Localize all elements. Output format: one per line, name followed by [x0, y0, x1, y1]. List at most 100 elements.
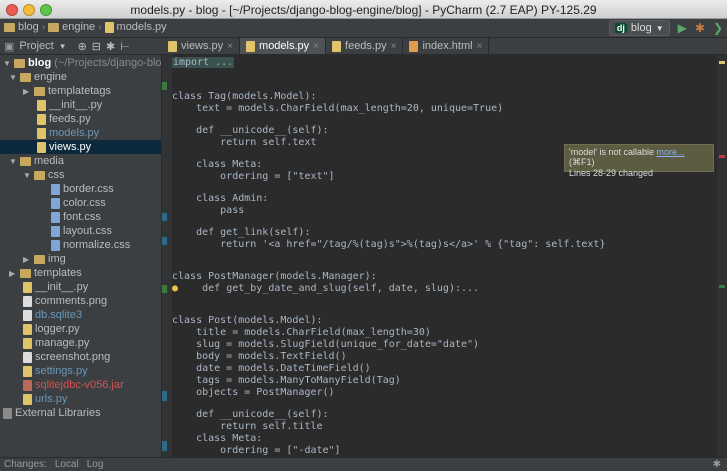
code-line: tags = models.ManyToManyField(Tag)	[172, 375, 401, 386]
close-tab-icon[interactable]: ×	[227, 41, 233, 52]
editor-scrollbar[interactable]	[717, 55, 727, 457]
collapse-icon[interactable]: ⊟	[92, 40, 101, 53]
close-tab-icon[interactable]: ×	[391, 41, 397, 52]
collapsed-arrow-icon[interactable]: ▶	[23, 87, 31, 96]
tooltip-shortcut: (⌘F1)	[569, 157, 595, 167]
tree-item-logger[interactable]: logger.py	[23, 322, 80, 336]
tree-item-engine[interactable]: ▼ engine	[9, 70, 67, 84]
tree-item-db-sqlite[interactable]: db.sqlite3	[23, 308, 82, 322]
tab-index[interactable]: index.html ×	[403, 38, 490, 54]
tree-item-sqlitejdbc[interactable]: sqlitejdbc-v056.jar	[23, 378, 124, 392]
library-icon	[3, 407, 12, 419]
close-tab-icon[interactable]: ×	[313, 41, 319, 52]
project-panel-header: ▣ Project ▼ ⊕ ⊟ ✱ ⊢	[0, 38, 162, 55]
tree-item-layout-css[interactable]: layout.css	[51, 224, 112, 238]
python-file-icon	[23, 323, 32, 335]
tree-item-img[interactable]: ▶ img	[23, 252, 66, 266]
tree-item-templates[interactable]: ▶ templates	[9, 266, 82, 280]
tree-item-feeds[interactable]: feeds.py	[37, 112, 91, 126]
python-file-icon	[37, 99, 46, 111]
dropdown-arrow-icon: ▼	[655, 23, 664, 33]
code-line: text = models.CharField(max_length=20, u…	[172, 103, 504, 114]
python-file-icon	[332, 40, 342, 52]
tab-models[interactable]: models.py ×	[240, 38, 327, 54]
tree-item-label: font.css	[63, 211, 101, 223]
coverage-icon[interactable]: ❯	[713, 21, 723, 35]
tree-item-normalize-css[interactable]: normalize.css	[51, 238, 130, 252]
run-icon[interactable]: ▶	[678, 21, 687, 35]
collapsed-arrow-icon[interactable]: ▶	[9, 269, 17, 278]
tab-views[interactable]: views.py ×	[162, 38, 241, 54]
vcs-change-marker	[162, 82, 167, 90]
local-tab[interactable]: Local	[55, 459, 79, 470]
changes-label: Changes:	[4, 459, 47, 470]
gear-icon[interactable]: ✱	[106, 40, 115, 53]
expand-arrow-icon[interactable]: ▼	[9, 73, 17, 82]
tree-item-screenshot-png[interactable]: screenshot.png	[23, 350, 110, 364]
tree-item-media[interactable]: ▼ media	[9, 154, 64, 168]
tooltip-more-link[interactable]: more...	[657, 147, 685, 157]
vcs-marker[interactable]	[719, 285, 725, 288]
warning-marker[interactable]	[719, 61, 725, 64]
expand-arrow-icon[interactable]: ▼	[23, 171, 31, 180]
tree-item-comments-png[interactable]: comments.png	[23, 294, 107, 308]
error-marker[interactable]	[719, 155, 725, 158]
chevron-right-icon: ›	[41, 21, 46, 33]
run-configuration-select[interactable]: dj blog ▼	[608, 20, 670, 36]
code-line: date = models.DateTimeField()	[172, 363, 371, 374]
hide-panel-icon[interactable]: ⊢	[120, 40, 130, 53]
tree-item-label: img	[48, 253, 66, 265]
collapsed-arrow-icon[interactable]: ▶	[23, 255, 31, 264]
tree-item-label: urls.py	[35, 393, 68, 405]
tree-item-urls[interactable]: urls.py	[23, 392, 67, 406]
tree-item-label: comments.png	[35, 295, 108, 307]
tree-item-label: screenshot.png	[35, 351, 111, 363]
log-tab[interactable]: Log	[87, 459, 104, 470]
project-view-icon: ▣	[4, 40, 15, 53]
tab-feeds[interactable]: feeds.py ×	[326, 38, 404, 54]
breadcrumb-engine[interactable]: engine	[62, 21, 95, 33]
tree-item-templatetags[interactable]: ▶ templatetags	[23, 84, 111, 98]
tree-item-label: settings.py	[35, 365, 88, 377]
sync-icon[interactable]: ⊕	[78, 40, 87, 53]
tab-label: models.py	[259, 40, 310, 52]
breadcrumb-blog[interactable]: blog	[18, 21, 39, 33]
project-view-select[interactable]: Project	[19, 40, 53, 52]
tab-label: feeds.py	[345, 40, 387, 52]
window-title: models.py - blog - [~/Projects/django-bl…	[130, 3, 597, 17]
vcs-change-marker	[162, 237, 167, 245]
debug-icon[interactable]: ✱	[695, 21, 705, 35]
tree-item-color-css[interactable]: color.css	[51, 196, 106, 210]
tab-label: views.py	[181, 40, 224, 52]
code-line: return self.title	[172, 421, 323, 432]
tree-item-models[interactable]: models.py	[37, 126, 99, 140]
expand-arrow-icon[interactable]: ▼	[9, 157, 17, 166]
folded-imports[interactable]: import ...	[172, 57, 235, 68]
vcs-change-marker	[162, 285, 167, 293]
tree-item-init[interactable]: __init__.py	[37, 98, 102, 112]
tree-item-css[interactable]: ▼ css	[23, 168, 65, 182]
tree-item-font-css[interactable]: font.css	[51, 210, 101, 224]
folder-icon	[20, 156, 31, 166]
code-line: class Post(models.Model):	[172, 315, 323, 326]
tree-item-manage[interactable]: manage.py	[23, 336, 89, 350]
dropdown-arrow-icon[interactable]: ▼	[59, 42, 67, 51]
tree-item-settings[interactable]: settings.py	[23, 364, 88, 378]
code-line: def __unicode__(self):	[172, 125, 329, 136]
python-file-icon	[104, 21, 114, 33]
folder-icon	[48, 22, 60, 32]
tree-item-external-libraries[interactable]: External Libraries	[3, 406, 101, 420]
close-tab-icon[interactable]: ×	[477, 41, 483, 52]
tree-item-root[interactable]: ▼ blog (~/Projects/django-blog	[3, 56, 161, 70]
code-line: return self.text	[172, 137, 317, 148]
tree-item-label: blog	[28, 57, 52, 69]
tree-item-views[interactable]: views.py	[0, 140, 161, 154]
breadcrumb-models[interactable]: models.py	[117, 21, 167, 33]
tree-item-label: engine	[34, 71, 68, 83]
folder-icon	[14, 58, 25, 68]
expand-arrow-icon[interactable]: ▼	[3, 59, 11, 68]
tree-item-root-init[interactable]: __init__.py	[23, 280, 88, 294]
code-editor[interactable]: import ... class Tag(models.Model): text…	[162, 55, 727, 457]
tree-item-border-css[interactable]: border.css	[51, 182, 114, 196]
gear-icon[interactable]: ✱	[713, 459, 721, 470]
